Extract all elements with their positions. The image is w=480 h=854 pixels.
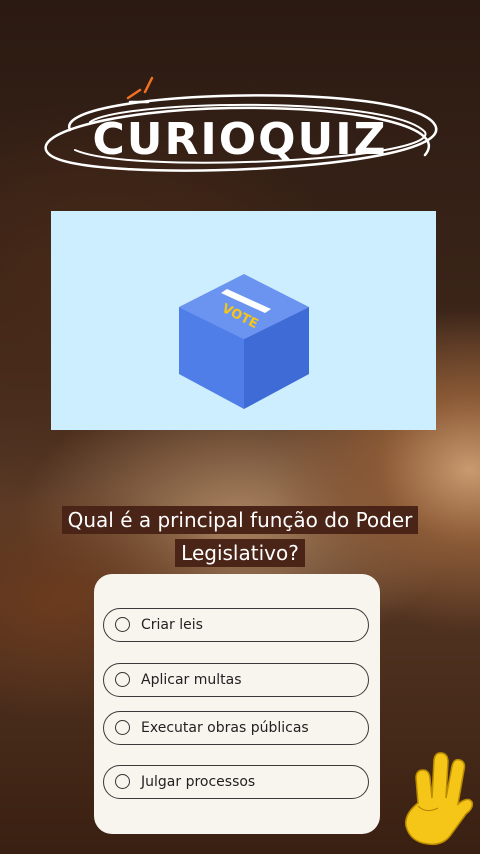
answer-card: Criar leis Aplicar multas Executar obras… <box>94 574 380 834</box>
option-aplicar-multas[interactable]: Aplicar multas <box>103 663 369 697</box>
radio-icon[interactable] <box>115 672 130 687</box>
radio-icon[interactable] <box>115 720 130 735</box>
title-banner: CURIOQUIZ <box>30 70 450 200</box>
question-text: Qual é a principal função do Poder Legis… <box>20 504 460 570</box>
option-label: Aplicar multas <box>141 672 242 688</box>
app-title: CURIOQUIZ <box>92 114 388 165</box>
option-label: Criar leis <box>141 617 203 633</box>
option-executar-obras[interactable]: Executar obras públicas <box>103 711 369 745</box>
radio-icon[interactable] <box>115 774 130 789</box>
ballot-box-icon: VOTE <box>179 274 309 409</box>
question-label: Qual é a principal função do Poder Legis… <box>61 506 419 567</box>
radio-icon[interactable] <box>115 617 130 632</box>
option-criar-leis[interactable]: Criar leis <box>103 608 369 642</box>
question-image: VOTE <box>51 211 436 430</box>
option-julgar-processos[interactable]: Julgar processos <box>103 765 369 799</box>
option-label: Executar obras públicas <box>141 720 309 736</box>
hand-three-fingers-icon <box>405 752 474 846</box>
option-label: Julgar processos <box>141 774 256 790</box>
